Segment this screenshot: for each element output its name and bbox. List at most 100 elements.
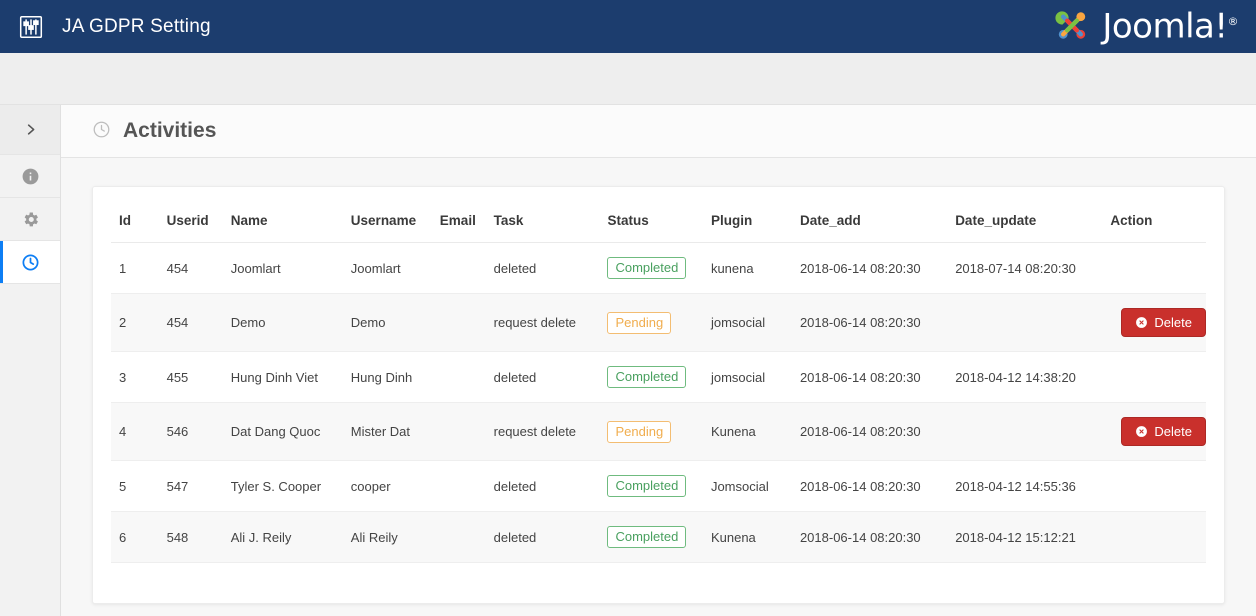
cell-date-add: 2018-06-14 08:20:30 xyxy=(791,351,948,403)
table-header-row: Id Userid Name Username Email Task Statu… xyxy=(111,195,1206,243)
cell-date-update xyxy=(947,293,1103,352)
table-row: 3 455 Hung Dinh Viet Hung Dinh deleted Comple… xyxy=(111,351,1206,403)
column-header-email[interactable]: Email xyxy=(431,195,486,243)
cell-action xyxy=(1102,511,1206,563)
cell-plugin: Kunena xyxy=(702,511,792,563)
cell-date-update: 2018-04-12 14:38:20 xyxy=(947,351,1103,403)
column-header-status[interactable]: Status xyxy=(599,195,703,243)
sidebar-item-settings[interactable] xyxy=(0,198,60,241)
cell-username: Ali Reily xyxy=(342,511,432,563)
table-row: 6 548 Ali J. Reily Ali Reily deleted Complete… xyxy=(111,511,1206,563)
app-header: JA GDPR Setting Joomla!® xyxy=(0,0,1256,53)
joomla-logo: Joomla!® xyxy=(1050,5,1238,48)
cell-plugin: jomsocial xyxy=(702,293,792,352)
secondary-toolbar xyxy=(0,53,1256,105)
column-header-date-add[interactable]: Date_add xyxy=(791,195,948,243)
cell-task: deleted xyxy=(485,242,600,294)
cell-status: Completed xyxy=(599,242,703,294)
app-header-left: JA GDPR Setting xyxy=(18,14,211,40)
cell-name: Hung Dinh Viet xyxy=(222,351,343,403)
joomla-wordmark: Joomla!® xyxy=(1102,7,1238,47)
cell-name: Demo xyxy=(222,293,343,352)
cell-id: 1 xyxy=(111,242,159,294)
chevron-right-icon xyxy=(23,122,38,137)
table-body: 1 454 Joomlart Joomlart deleted Completed kune… xyxy=(111,242,1206,563)
cell-userid: 546 xyxy=(158,402,223,461)
cell-action xyxy=(1102,460,1206,512)
joomla-mark-icon xyxy=(1050,5,1094,48)
cell-email xyxy=(431,242,486,294)
cell-status: Completed xyxy=(599,511,703,563)
cell-date-update: 2018-04-12 14:55:36 xyxy=(947,460,1103,512)
cell-userid: 455 xyxy=(158,351,223,403)
cell-name: Dat Dang Quoc xyxy=(222,402,343,461)
registered-mark: ® xyxy=(1227,15,1239,29)
cell-action: Delete xyxy=(1102,402,1206,461)
status-badge: Pending xyxy=(607,311,672,334)
cell-email xyxy=(431,460,486,512)
cell-name: Joomlart xyxy=(222,242,343,294)
cell-date-add: 2018-06-14 08:20:30 xyxy=(791,402,948,461)
activities-card: Id Userid Name Username Email Task Statu… xyxy=(92,186,1225,604)
table-header: Id Userid Name Username Email Task Statu… xyxy=(111,195,1206,243)
cell-plugin: kunena xyxy=(702,242,792,294)
circle-x-icon xyxy=(1135,425,1148,438)
cell-task: request delete xyxy=(485,293,600,352)
delete-button[interactable]: Delete xyxy=(1121,308,1206,337)
cell-email xyxy=(431,402,486,461)
cell-id: 3 xyxy=(111,351,159,403)
sidebar-item-info[interactable] xyxy=(0,155,60,198)
status-badge: Completed xyxy=(607,366,687,388)
sidebar-item-expand-toggle[interactable] xyxy=(0,105,60,155)
column-header-plugin[interactable]: Plugin xyxy=(702,195,792,243)
cell-id: 2 xyxy=(111,293,159,352)
column-header-name[interactable]: Name xyxy=(222,195,343,243)
table-row: 2 454 Demo Demo request delete Pending jomsoci… xyxy=(111,293,1206,352)
cell-plugin: Kunena xyxy=(702,402,792,461)
cell-action xyxy=(1102,351,1206,403)
table-row: 4 546 Dat Dang Quoc Mister Dat request delet… xyxy=(111,402,1206,461)
column-header-userid[interactable]: Userid xyxy=(158,195,223,243)
cell-date-add: 2018-06-14 08:20:30 xyxy=(791,242,948,294)
cell-email xyxy=(431,351,486,403)
cell-date-update xyxy=(947,402,1103,461)
activities-table: Id Userid Name Username Email Task Statu… xyxy=(111,195,1206,563)
circle-x-icon xyxy=(1135,316,1148,329)
cell-username: Demo xyxy=(342,293,432,352)
delete-button-label: Delete xyxy=(1154,315,1192,330)
delete-button[interactable]: Delete xyxy=(1121,417,1206,446)
cell-userid: 454 xyxy=(158,293,223,352)
cell-action xyxy=(1102,242,1206,294)
cell-username: Hung Dinh xyxy=(342,351,432,403)
status-badge: Completed xyxy=(607,257,687,279)
cell-id: 6 xyxy=(111,511,159,563)
column-header-id[interactable]: Id xyxy=(111,195,159,243)
cell-username: Joomlart xyxy=(342,242,432,294)
cell-task: deleted xyxy=(485,351,600,403)
status-badge: Pending xyxy=(607,420,672,443)
cell-userid: 547 xyxy=(158,460,223,512)
page-title: Activities xyxy=(123,119,217,142)
cell-task: request delete xyxy=(485,402,600,461)
cell-status: Pending xyxy=(599,402,703,461)
cell-username: Mister Dat xyxy=(342,402,432,461)
content-body: Id Userid Name Username Email Task Statu… xyxy=(61,158,1256,616)
cell-date-add: 2018-06-14 08:20:30 xyxy=(791,293,948,352)
table-row: 1 454 Joomlart Joomlart deleted Completed kune… xyxy=(111,242,1206,294)
column-header-date-update[interactable]: Date_update xyxy=(947,195,1103,243)
section-header: Activities xyxy=(61,105,1256,158)
cell-name: Ali J. Reily xyxy=(222,511,343,563)
cell-plugin: jomsocial xyxy=(702,351,792,403)
column-header-task[interactable]: Task xyxy=(485,195,600,243)
cell-username: cooper xyxy=(342,460,432,512)
sidebar-item-activities[interactable] xyxy=(0,241,60,284)
cell-userid: 454 xyxy=(158,242,223,294)
status-badge: Completed xyxy=(607,475,687,497)
status-badge: Completed xyxy=(607,526,687,548)
column-header-action[interactable]: Action xyxy=(1102,195,1206,243)
sliders-icon xyxy=(18,14,44,40)
cell-date-add: 2018-06-14 08:20:30 xyxy=(791,460,948,512)
cell-date-add: 2018-06-14 08:20:30 xyxy=(791,511,948,563)
cell-status: Completed xyxy=(599,351,703,403)
column-header-username[interactable]: Username xyxy=(342,195,432,243)
